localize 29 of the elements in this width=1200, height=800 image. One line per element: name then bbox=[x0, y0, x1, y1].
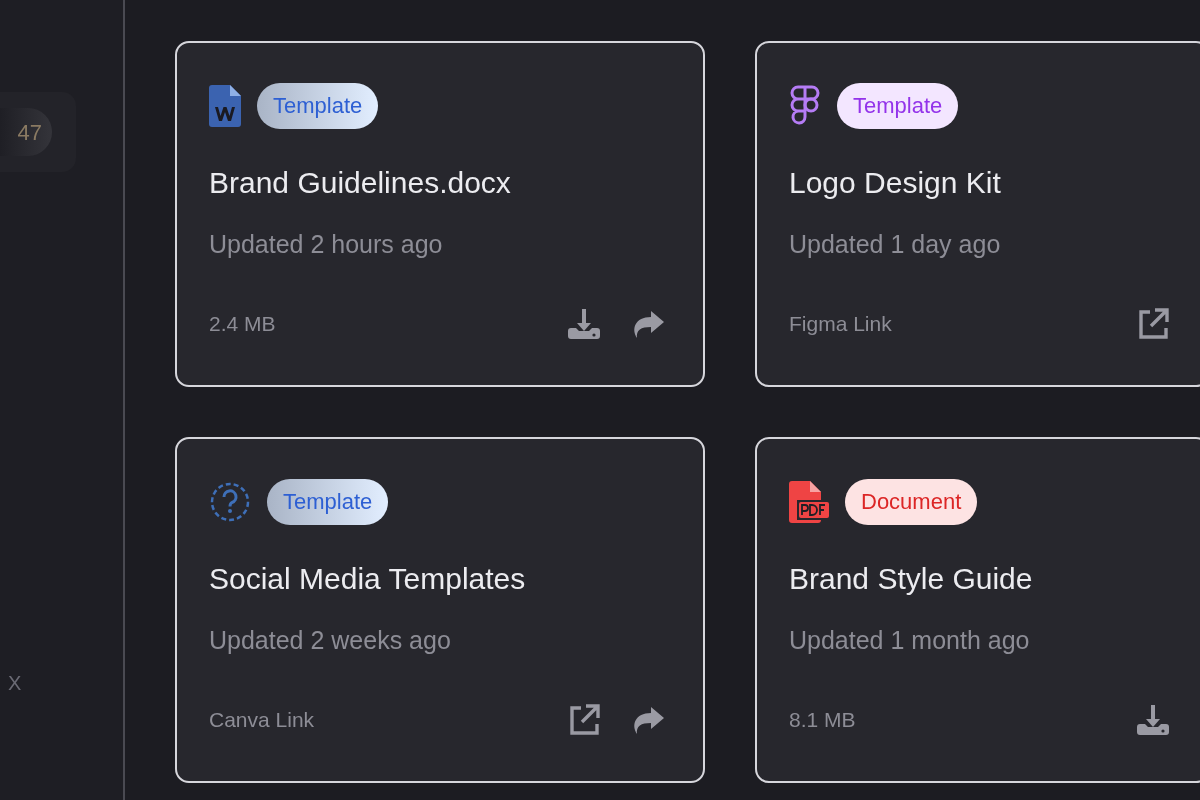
close-text[interactable]: X bbox=[8, 668, 22, 698]
download-icon[interactable] bbox=[1136, 703, 1170, 737]
file-title: Logo Design Kit bbox=[789, 165, 1002, 201]
question-circle-icon bbox=[209, 481, 251, 523]
file-meta: Figma Link bbox=[789, 311, 892, 338]
type-tag: Template bbox=[267, 479, 389, 525]
share-arrow-icon[interactable] bbox=[631, 705, 665, 735]
file-title: Social Media Templates bbox=[209, 561, 527, 597]
file-meta: 8.1 MB bbox=[789, 707, 856, 734]
updated-text: Updated 1 month ago bbox=[789, 625, 1031, 656]
type-tag: Template bbox=[257, 83, 379, 129]
figma-logo-icon bbox=[789, 85, 821, 127]
file-meta: 2.4 MB bbox=[209, 311, 276, 338]
count-badge: 47 bbox=[0, 108, 52, 156]
updated-text: Updated 1 day ago bbox=[789, 229, 1002, 260]
updated-text: Updated 2 weeks ago bbox=[209, 625, 452, 656]
sidebar-tile[interactable]: 47 bbox=[0, 92, 76, 172]
updated-text: Updated 2 hours ago bbox=[209, 229, 444, 260]
type-tag: Template bbox=[837, 83, 959, 129]
file-title: Brand Style Guide bbox=[789, 561, 1034, 597]
pdf-file-icon bbox=[789, 481, 829, 523]
external-link-icon[interactable] bbox=[567, 703, 601, 737]
word-file-icon bbox=[209, 85, 241, 127]
file-title: Brand Guidelines.docx bbox=[209, 165, 512, 201]
download-icon[interactable] bbox=[567, 307, 601, 341]
file-meta: Canva Link bbox=[209, 707, 315, 734]
type-tag: Document bbox=[845, 479, 978, 525]
share-arrow-icon[interactable] bbox=[631, 309, 665, 339]
external-link-icon[interactable] bbox=[1136, 307, 1170, 341]
